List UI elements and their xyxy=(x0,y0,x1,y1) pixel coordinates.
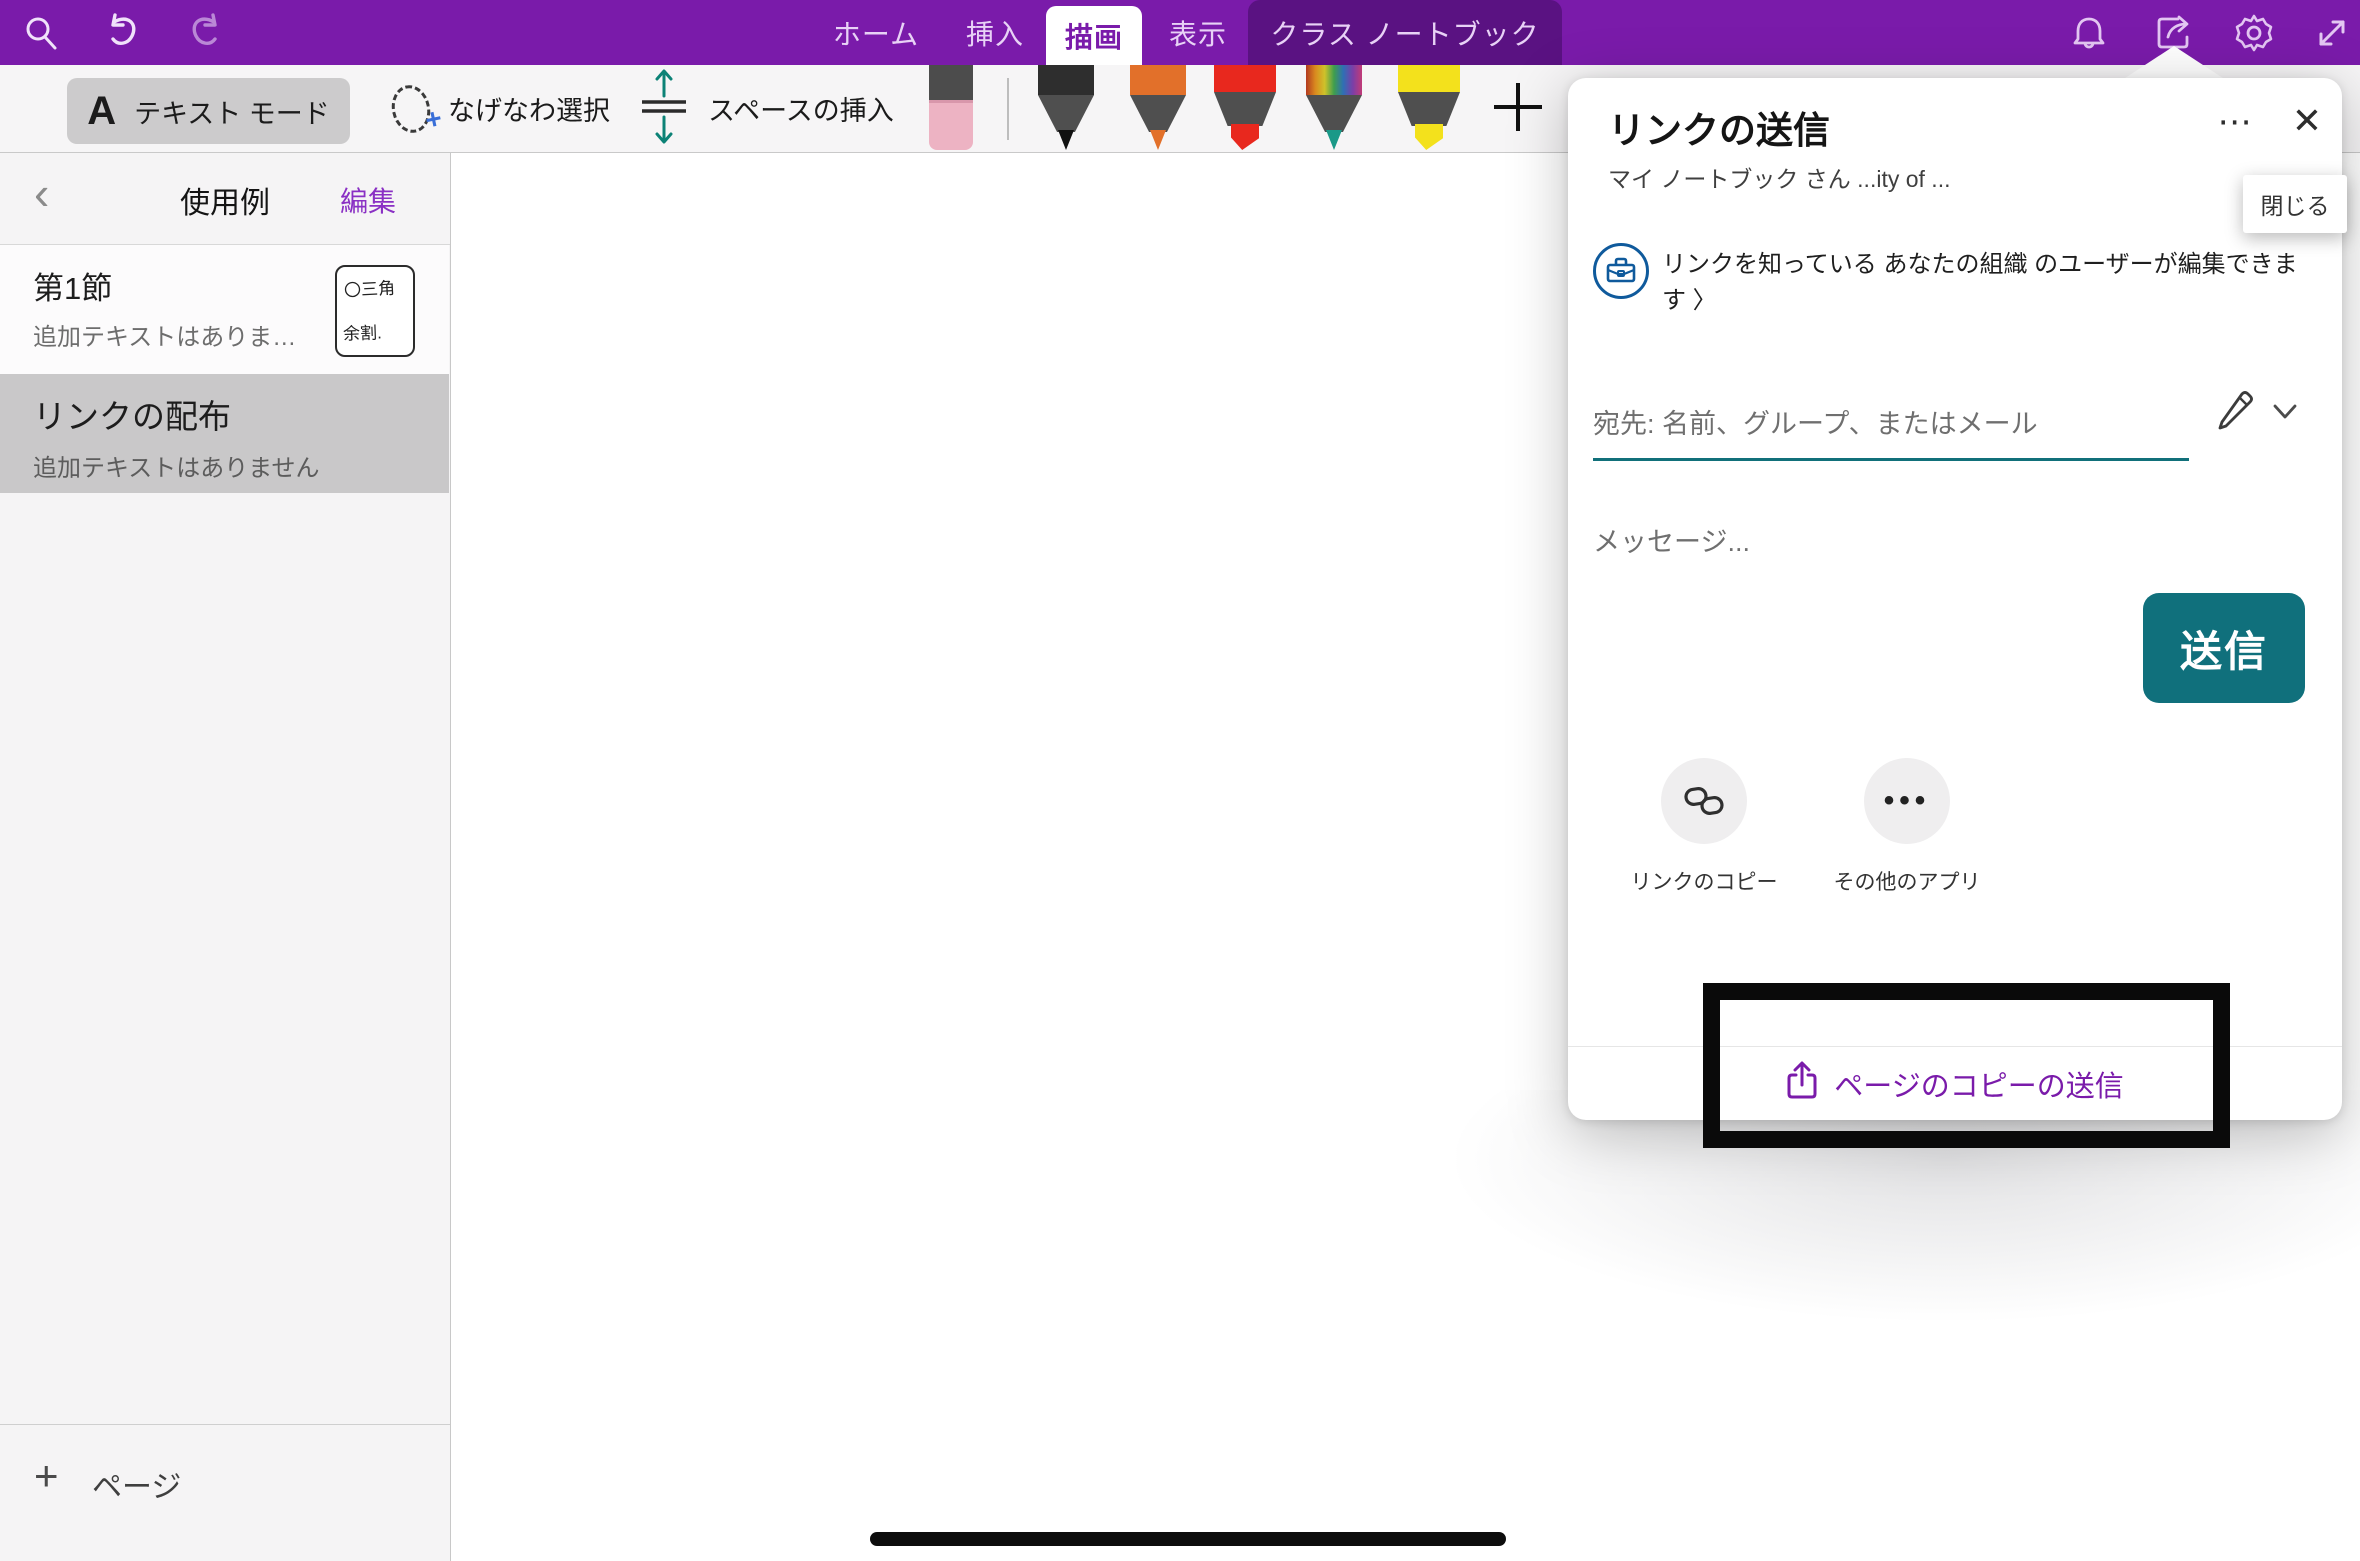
close-icon[interactable]: ✕ xyxy=(2282,100,2332,148)
highlight-rectangle xyxy=(1703,983,2230,1148)
insert-space-button[interactable]: スペースの挿入 xyxy=(640,65,894,152)
search-icon[interactable] xyxy=(18,0,64,65)
sidebar-bottom-divider xyxy=(0,1424,450,1425)
pencil-edit-icon[interactable] xyxy=(2208,384,2260,436)
text-mode-button[interactable]: A テキスト モード xyxy=(67,78,350,144)
tab-draw-active[interactable]: 描画 xyxy=(1046,6,1142,65)
more-options-button[interactable]: ⋯ xyxy=(2208,102,2264,146)
more-apps-button[interactable]: ••• xyxy=(1864,758,1950,844)
black-pen-icon[interactable] xyxy=(1038,65,1094,152)
link-chain-icon xyxy=(1683,782,1725,820)
text-mode-a-glyph: A xyxy=(87,89,116,134)
copy-link-label: リンクのコピー xyxy=(1594,866,1814,896)
close-tooltip: 閉じる xyxy=(2243,175,2347,233)
notifications-bell-icon[interactable] xyxy=(2066,0,2112,65)
message-placeholder: メッセージ... xyxy=(1593,520,1750,559)
page-item-link-distribution-selected[interactable]: リンクの配布 追加テキストはありません xyxy=(0,374,449,493)
undo-icon[interactable] xyxy=(98,0,148,65)
tab-view[interactable]: 表示 xyxy=(1152,0,1244,65)
tab-insert[interactable]: 挿入 xyxy=(950,0,1040,65)
recipient-input[interactable]: 宛先: 名前、グループ、またはメール xyxy=(1593,378,2189,461)
tab-home[interactable]: ホーム xyxy=(822,0,930,65)
top-app-bar: ホーム 挿入 描画 表示 クラス ノートブック xyxy=(0,0,2360,65)
message-input[interactable]: メッセージ... xyxy=(1593,520,2293,580)
send-link-dialog: リンクの送信 ⋯ ✕ マイ ノートブック さん ...ity of ... 閉じ… xyxy=(1568,78,2342,1120)
recipient-placeholder: 宛先: 名前、グループ、またはメール xyxy=(1593,402,2038,441)
copy-link-button[interactable] xyxy=(1661,758,1747,844)
notebook-subtitle: マイ ノートブック さん ...ity of ... xyxy=(1608,160,1950,194)
settings-gear-icon[interactable] xyxy=(2230,0,2278,65)
sidebar-header: ‹ 使用例 編集 xyxy=(0,152,450,244)
send-button[interactable]: 送信 xyxy=(2143,593,2305,703)
edit-link[interactable]: 編集 xyxy=(340,180,396,220)
chevron-down-icon[interactable] xyxy=(2268,394,2302,428)
page-list-sidebar: ‹ 使用例 編集 第1節 追加テキストはありま… 〇三角 余割. リンクの配布 … xyxy=(0,152,451,1561)
add-pen-plus-button[interactable] xyxy=(1494,83,1542,131)
more-apps-label: その他のアプリ xyxy=(1797,866,2017,896)
home-indicator-bar[interactable] xyxy=(870,1532,1506,1546)
rainbow-pen-icon[interactable] xyxy=(1306,65,1362,152)
dialog-title: リンクの送信 xyxy=(1608,100,1830,154)
toolbar-divider xyxy=(1007,78,1009,140)
red-highlighter-icon[interactable] xyxy=(1214,65,1276,152)
page-item-section1[interactable]: 第1節 追加テキストはありま… 〇三角 余割. xyxy=(0,245,449,374)
page-thumbnail: 〇三角 余割. xyxy=(335,265,415,357)
eraser-tool-icon[interactable] xyxy=(929,65,973,152)
insert-space-icon xyxy=(640,68,688,149)
add-page-button[interactable]: + ページ xyxy=(0,1440,450,1520)
lasso-icon: + xyxy=(387,81,434,136)
orange-pen-icon[interactable] xyxy=(1130,65,1186,152)
tab-class-notebook[interactable]: クラス ノートブック xyxy=(1248,0,1562,65)
redo-icon[interactable] xyxy=(180,0,230,65)
lasso-select-button[interactable]: + なげなわ選択 xyxy=(392,65,610,152)
plus-icon: + xyxy=(34,1452,59,1500)
ellipsis-icon: ••• xyxy=(1884,784,1931,818)
dialog-callout-arrow xyxy=(2119,46,2229,82)
link-permission-setting[interactable]: リンクを知っている あなたの組織 のユーザーが編集できま す 〉 xyxy=(1662,247,2317,319)
organization-briefcase-icon xyxy=(1593,243,1649,299)
yellow-highlighter-icon[interactable] xyxy=(1398,65,1460,152)
fullscreen-expand-icon[interactable] xyxy=(2308,0,2356,65)
